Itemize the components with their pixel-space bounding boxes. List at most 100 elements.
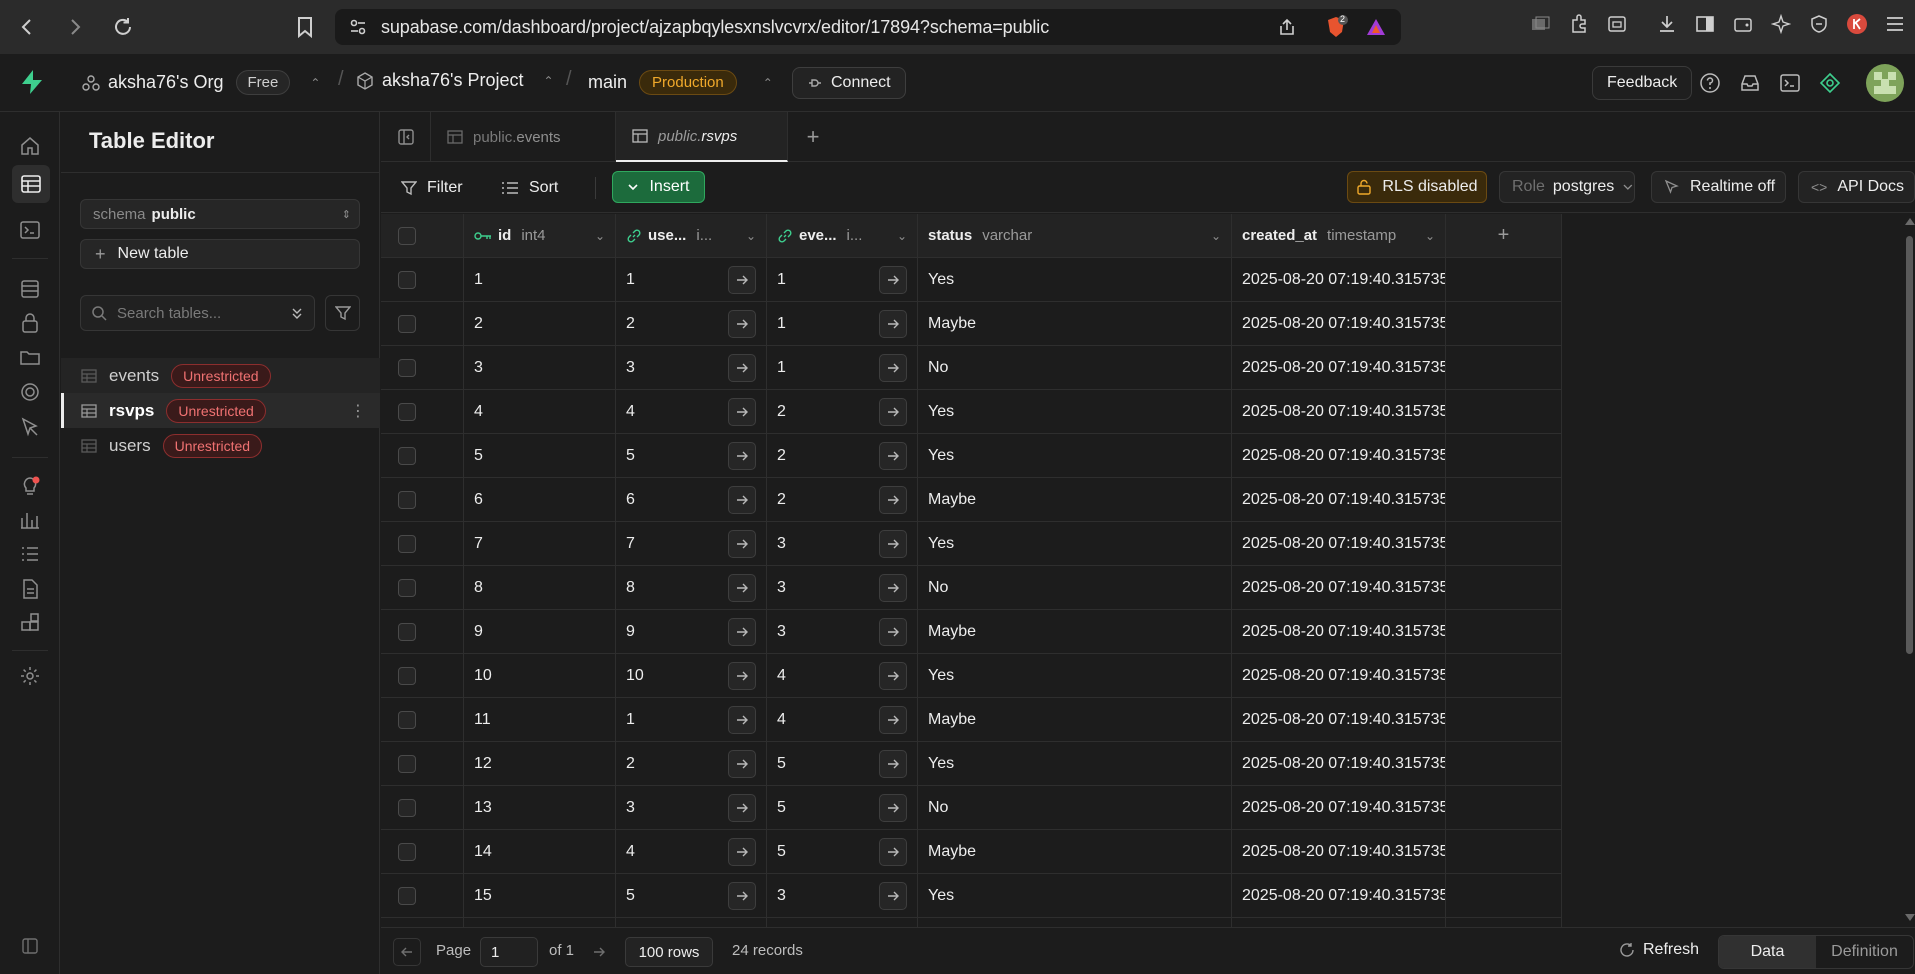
- arrow-right-icon[interactable]: [728, 706, 756, 734]
- branch-chevron-icon[interactable]: ⌃: [763, 76, 773, 90]
- arrow-right-icon[interactable]: [879, 442, 907, 470]
- column-menu-chevron-icon[interactable]: ⌄: [1425, 229, 1435, 243]
- scroll-down-icon[interactable]: [1905, 914, 1915, 921]
- refresh-button[interactable]: Refresh: [1619, 941, 1699, 959]
- grid-scrollbar[interactable]: [1903, 214, 1915, 927]
- cell-status[interactable]: Maybe: [918, 698, 1232, 742]
- cell-event[interactable]: 5: [767, 786, 918, 830]
- table-row[interactable]: 11 1 4 Maybe 2025-08-20 07:19:40.315735: [381, 698, 1562, 742]
- next-page-icon[interactable]: [585, 938, 613, 966]
- reload-icon[interactable]: [108, 12, 138, 42]
- add-tab-icon[interactable]: +: [788, 112, 838, 162]
- cell-status[interactable]: Yes: [918, 654, 1232, 698]
- row-checkbox[interactable]: [398, 358, 416, 377]
- column-header-created-at[interactable]: created_at timestamp ⌄: [1232, 214, 1446, 258]
- cell-status[interactable]: Yes: [918, 874, 1232, 918]
- insert-button[interactable]: Insert: [612, 171, 705, 203]
- row-checkbox[interactable]: [398, 402, 416, 421]
- vpn-icon[interactable]: [1807, 12, 1831, 36]
- settings-icon[interactable]: [16, 662, 44, 690]
- cell-created[interactable]: 2025-08-20 07:19:40.315735: [1232, 566, 1446, 610]
- api-docs-icon[interactable]: [16, 575, 44, 603]
- column-header-user[interactable]: use... i... ⌄: [616, 214, 767, 258]
- rows-per-page-select[interactable]: 100 rows: [625, 937, 713, 967]
- cell-user[interactable]: 5: [616, 874, 767, 918]
- cell-id[interactable]: 8: [464, 566, 616, 610]
- branch-selector[interactable]: main Production ⌃: [588, 70, 773, 95]
- cell-event[interactable]: 3: [767, 566, 918, 610]
- data-view-button[interactable]: Data: [1719, 936, 1816, 968]
- cell-user[interactable]: 7: [616, 522, 767, 566]
- cell-user[interactable]: 4: [616, 830, 767, 874]
- home-icon[interactable]: [16, 132, 44, 160]
- cell-event[interactable]: 5: [767, 742, 918, 786]
- cell-created[interactable]: 2025-08-20 07:19:40.315735: [1232, 698, 1446, 742]
- database-icon[interactable]: [16, 275, 44, 303]
- arrow-right-icon[interactable]: [879, 750, 907, 778]
- cell-event[interactable]: 5: [767, 830, 918, 874]
- help-icon[interactable]: [1698, 71, 1722, 95]
- cell-event[interactable]: 3: [767, 522, 918, 566]
- tab-rsvps[interactable]: public.rsvps: [616, 112, 788, 162]
- arrow-right-icon[interactable]: [728, 882, 756, 910]
- table-row[interactable]: 7 7 3 Yes 2025-08-20 07:19:40.315735: [381, 522, 1562, 566]
- cell-user[interactable]: 1: [616, 258, 767, 302]
- cell-user[interactable]: 3: [616, 786, 767, 830]
- cell-event[interactable]: 3: [767, 610, 918, 654]
- cell-event[interactable]: 1: [767, 258, 918, 302]
- table-row[interactable]: 2 2 1 Maybe 2025-08-20 07:19:40.315735: [381, 302, 1562, 346]
- connect-button[interactable]: Connect: [792, 67, 906, 99]
- cell-status[interactable]: Maybe: [918, 478, 1232, 522]
- cell-created[interactable]: 2025-08-20 07:19:40.315735: [1232, 874, 1446, 918]
- cell-event[interactable]: 1: [767, 346, 918, 390]
- cell-event[interactable]: 4: [767, 698, 918, 742]
- table-row[interactable]: 12 2 5 Yes 2025-08-20 07:19:40.315735: [381, 742, 1562, 786]
- row-checkbox[interactable]: [398, 446, 416, 465]
- cell-created[interactable]: 2025-08-20 07:19:40.315735: [1232, 830, 1446, 874]
- row-checkbox[interactable]: [398, 314, 416, 333]
- cell-user[interactable]: 10: [616, 654, 767, 698]
- arrow-right-icon[interactable]: [728, 838, 756, 866]
- cell-event[interactable]: 2: [767, 390, 918, 434]
- table-row[interactable]: 4 4 2 Yes 2025-08-20 07:19:40.315735: [381, 390, 1562, 434]
- arrow-right-icon[interactable]: [879, 706, 907, 734]
- cell-id[interactable]: 9: [464, 610, 616, 654]
- sort-button[interactable]: Sort: [501, 173, 558, 203]
- cell-event[interactable]: 3: [767, 874, 918, 918]
- arrow-right-icon[interactable]: [728, 574, 756, 602]
- collapse-rail-icon[interactable]: [16, 932, 44, 960]
- prev-page-icon[interactable]: [393, 938, 421, 966]
- logs-icon[interactable]: [16, 540, 44, 568]
- cell-event[interactable]: 4: [767, 654, 918, 698]
- back-icon[interactable]: [12, 12, 42, 42]
- cell-user[interactable]: 9: [616, 610, 767, 654]
- arrow-right-icon[interactable]: [879, 882, 907, 910]
- cell-user[interactable]: 2: [616, 742, 767, 786]
- arrow-right-icon[interactable]: [728, 794, 756, 822]
- cell-created[interactable]: 2025-08-20 07:19:40.315735: [1232, 786, 1446, 830]
- arrow-right-icon[interactable]: [879, 838, 907, 866]
- tab-manager-icon[interactable]: [1529, 12, 1553, 36]
- arrow-right-icon[interactable]: [728, 750, 756, 778]
- cell-user[interactable]: 3: [616, 346, 767, 390]
- realtime-icon[interactable]: [16, 413, 44, 441]
- cell-id[interactable]: 2: [464, 302, 616, 346]
- cell-status[interactable]: Maybe: [918, 830, 1232, 874]
- project-selector[interactable]: aksha76's Project ⌃: [356, 70, 554, 91]
- cell-id[interactable]: 3: [464, 346, 616, 390]
- arrow-right-icon[interactable]: [879, 266, 907, 294]
- share-icon[interactable]: [1277, 17, 1297, 37]
- row-checkbox[interactable]: [398, 710, 416, 729]
- arrow-right-icon[interactable]: [728, 662, 756, 690]
- arrow-right-icon[interactable]: [879, 618, 907, 646]
- table-row[interactable]: 14 4 5 Maybe 2025-08-20 07:19:40.315735: [381, 830, 1562, 874]
- row-checkbox[interactable]: [398, 666, 416, 685]
- sql-editor-icon[interactable]: [16, 216, 44, 244]
- column-menu-chevron-icon[interactable]: ⌄: [595, 229, 605, 243]
- toggle-sidebar-icon[interactable]: [381, 112, 431, 162]
- api-docs-button[interactable]: <> API Docs: [1798, 171, 1915, 203]
- arrow-right-icon[interactable]: [728, 398, 756, 426]
- realtime-toggle-button[interactable]: Realtime off: [1651, 171, 1786, 203]
- column-menu-chevron-icon[interactable]: ⌄: [1211, 229, 1221, 243]
- table-row[interactable]: 1 1 1 Yes 2025-08-20 07:19:40.315735: [381, 258, 1562, 302]
